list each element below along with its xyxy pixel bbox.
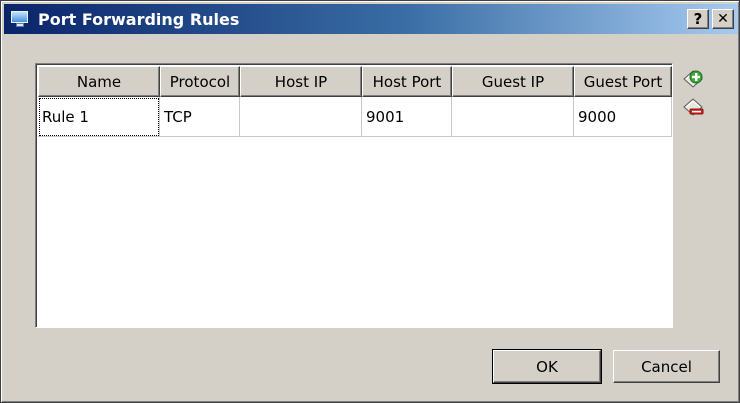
cell-guest-ip[interactable] [452, 97, 574, 137]
table-row[interactable]: Rule 1 TCP 9001 9000 [38, 97, 672, 137]
column-header-host-port[interactable]: Host Port [362, 66, 452, 97]
monitor-icon [10, 9, 30, 29]
column-header-host-ip[interactable]: Host IP [240, 66, 362, 97]
remove-rule-button[interactable] [681, 97, 705, 119]
close-icon: ✕ [717, 11, 729, 27]
add-rule-button[interactable] [681, 67, 705, 89]
column-header-guest-ip[interactable]: Guest IP [452, 66, 574, 97]
column-header-protocol[interactable]: Protocol [160, 66, 240, 97]
cancel-button[interactable]: Cancel [613, 350, 720, 383]
ok-button[interactable]: OK [493, 350, 601, 383]
column-header-guest-port[interactable]: Guest Port [574, 66, 672, 97]
remove-rule-icon [683, 98, 704, 116]
cell-host-ip[interactable] [240, 97, 362, 137]
table-header: Name Protocol Host IP Host Port Guest IP… [38, 66, 672, 97]
port-forwarding-dialog: Port Forwarding Rules ? ✕ Name Protocol … [0, 0, 740, 403]
add-rule-icon [683, 70, 703, 88]
column-header-name[interactable]: Name [38, 66, 160, 97]
close-button[interactable]: ✕ [712, 9, 734, 29]
cell-guest-port[interactable]: 9000 [574, 97, 672, 137]
cell-name[interactable]: Rule 1 [38, 97, 160, 137]
rules-table[interactable]: Name Protocol Host IP Host Port Guest IP… [35, 63, 673, 328]
help-button[interactable]: ? [687, 9, 709, 29]
cell-host-port[interactable]: 9001 [362, 97, 452, 137]
title-bar[interactable]: Port Forwarding Rules ? ✕ [4, 4, 738, 34]
window-title: Port Forwarding Rules [38, 9, 240, 29]
cell-protocol[interactable]: TCP [160, 97, 240, 137]
